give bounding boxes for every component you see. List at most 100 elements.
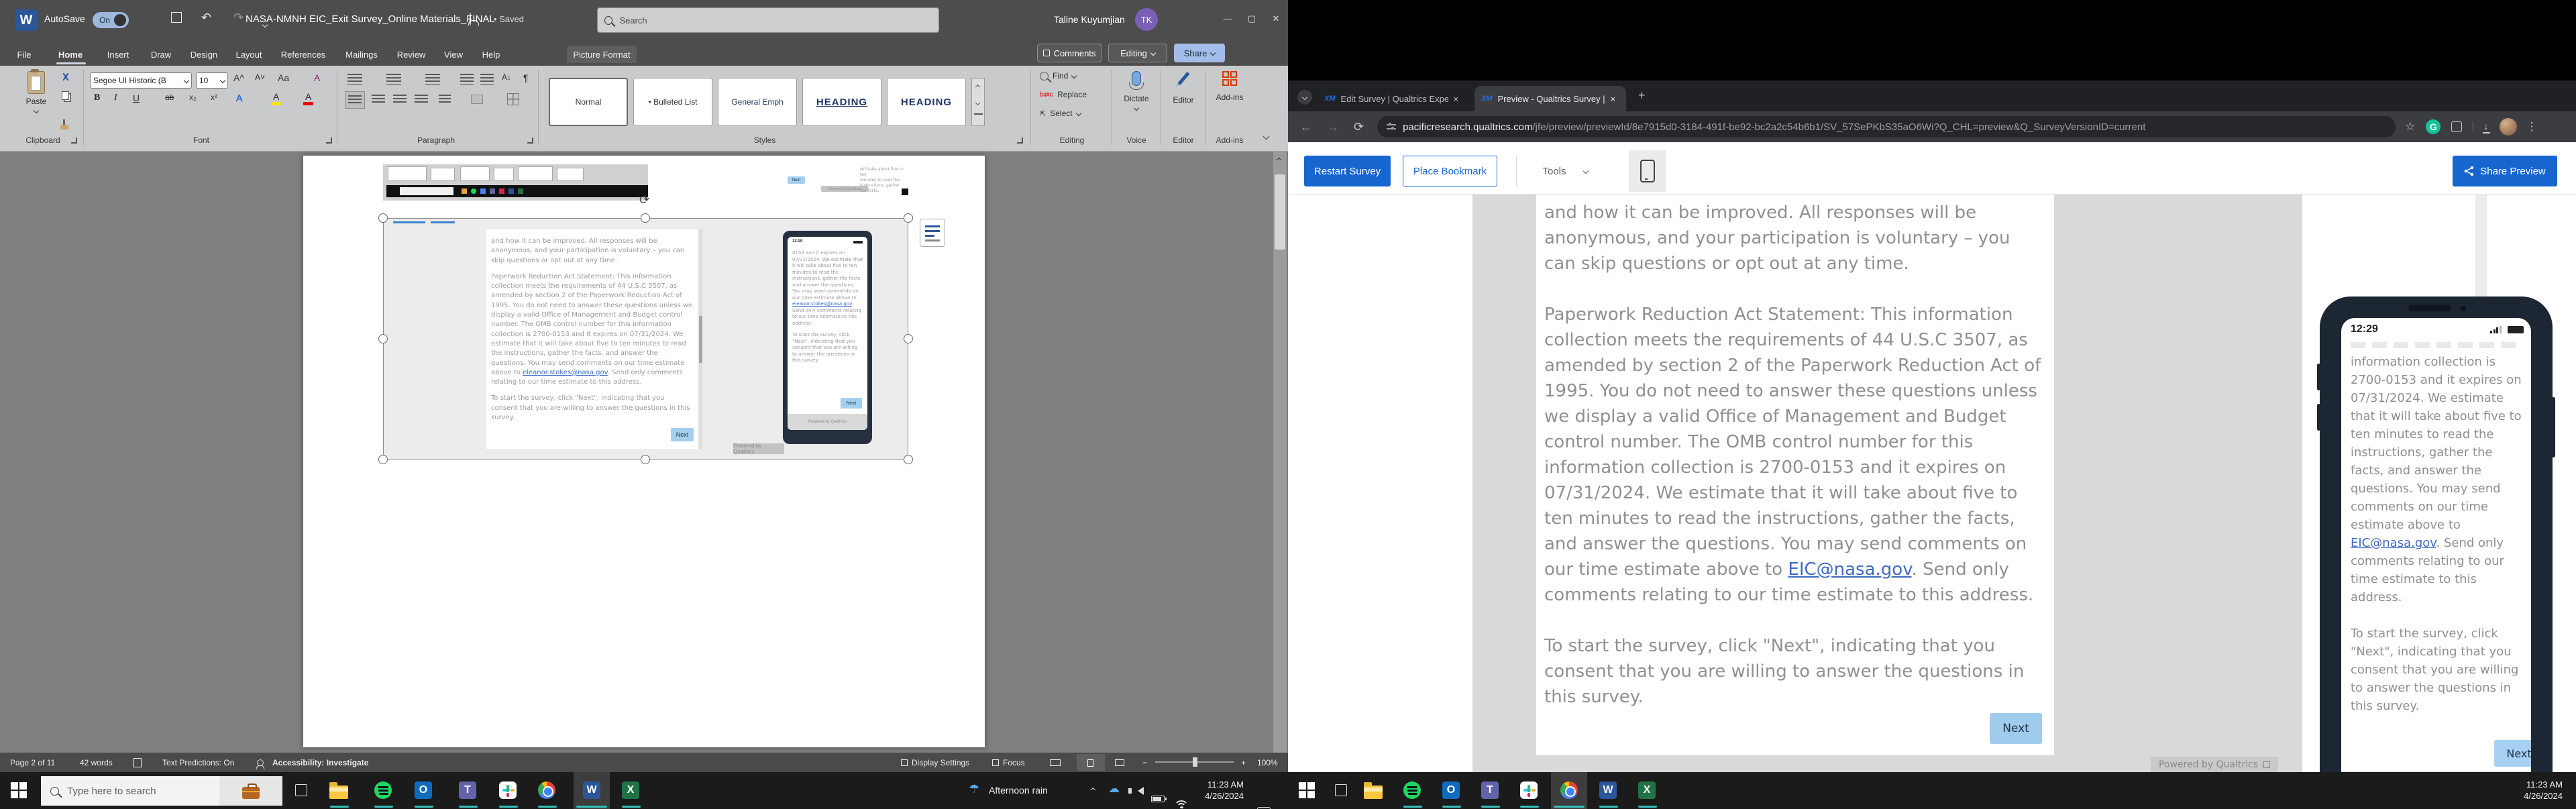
new-tab-icon[interactable] [1638,89,1646,103]
style-general-emph[interactable]: General Emph [718,78,797,126]
cut-icon[interactable] [60,72,71,83]
site-info-icon[interactable] [1387,123,1396,131]
reload-icon[interactable] [1354,120,1364,134]
line-spacing-icon[interactable] [439,95,451,105]
addins-button[interactable]: Add-ins [1209,71,1250,102]
tab-file[interactable]: File [12,46,36,63]
word-search-box[interactable] [597,7,939,33]
comments-button[interactable]: Comments [1037,44,1102,62]
teams-icon[interactable]: T [458,780,478,800]
minimize-button[interactable]: — [1220,13,1236,23]
outlook-icon[interactable]: O [413,780,433,800]
resize-handle-s[interactable] [641,455,650,464]
save-icon[interactable] [171,12,182,26]
tab-search-icon[interactable] [1297,90,1312,105]
weather-text[interactable]: Afternoon rain [989,785,1048,796]
increase-indent-icon[interactable] [480,74,494,85]
profile-avatar[interactable] [2500,118,2517,136]
clear-format-icon[interactable]: A [314,72,320,83]
taskbar-search-input[interactable] [66,785,213,798]
excel-icon[interactable]: X [621,780,641,800]
subscript-icon[interactable]: x₂ [189,93,197,102]
maximize-button[interactable]: ▢ [1244,13,1260,24]
font-size-select[interactable]: 10 [196,72,228,89]
phone-email-link[interactable]: EIC@nasa.gov [2351,536,2436,550]
tab-insert[interactable]: Insert [102,46,134,63]
style-heading-2[interactable]: HEADING [887,78,966,126]
tray-expand-icon[interactable] [1091,788,1095,792]
zoom-out-icon[interactable]: − [1142,756,1147,769]
accessibility-status[interactable]: Accessibility: Investigate [272,756,368,769]
zoom-in-icon[interactable]: + [1241,756,1246,769]
pilcrow-icon[interactable] [523,72,529,83]
borders-icon[interactable] [507,93,519,105]
editor-button[interactable]: Editor [1165,71,1202,105]
email-link[interactable]: EIC@nasa.gov [1788,559,1911,580]
taskbar-clock[interactable]: 11:23 AM4/26/2024 [2498,779,2563,802]
style-bulleted-list[interactable]: • Bulleted List [633,78,712,126]
file-explorer-icon[interactable] [1363,780,1383,800]
display-settings[interactable]: Display Settings [901,756,969,769]
font-color-icon[interactable]: A [303,91,313,105]
wifi-icon[interactable] [1174,800,1187,809]
task-view-icon[interactable] [1335,784,1347,796]
proofing-icon[interactable] [133,756,142,769]
start-button[interactable] [1299,782,1315,798]
align-right-icon[interactable] [393,95,407,105]
taskbar-clock[interactable]: 11:23 AM4/26/2024 [1193,779,1244,802]
layout-options-button[interactable] [920,219,945,247]
strikethrough-icon[interactable]: ab [165,93,174,102]
format-painter-icon[interactable] [60,125,68,129]
resize-handle-sw[interactable] [378,455,388,464]
dictate-button[interactable]: Dictate [1115,71,1158,110]
justify-icon[interactable] [415,95,428,105]
downloads-icon[interactable] [2483,121,2490,133]
word-scroll-thumb[interactable] [1275,174,1285,250]
resize-handle-ne[interactable] [904,213,913,223]
mobile-view-toggle[interactable] [1629,150,1666,192]
file-explorer-icon[interactable] [329,780,349,800]
back-icon[interactable] [1300,120,1312,134]
zoom-level[interactable]: 100% [1257,756,1278,769]
next-button[interactable]: Next [1990,713,2042,744]
decrease-indent-icon[interactable] [460,74,474,85]
share-button[interactable]: Share [1174,44,1225,62]
paste-button[interactable]: Paste [16,71,56,113]
print-layout-icon[interactable] [1077,754,1105,771]
resize-handle-e[interactable] [904,334,913,343]
tab-close-icon[interactable] [1611,94,1616,104]
styles-dialog-launcher[interactable] [1017,138,1023,144]
font-name-select[interactable]: Segoe UI Historic (B [90,72,192,89]
web-layout-icon[interactable] [1115,756,1124,769]
onedrive-icon[interactable] [1108,782,1120,796]
replace-button[interactable]: b⇄cReplace [1040,90,1087,99]
task-view-icon[interactable] [295,784,307,796]
bookmark-star-icon[interactable] [2405,120,2415,133]
resize-handle-w[interactable] [378,334,388,343]
italic-icon[interactable]: I [114,93,117,103]
word-icon[interactable]: W [1598,780,1618,800]
forward-icon[interactable] [1327,120,1339,134]
tab-draw[interactable]: Draw [146,46,176,63]
styles-gallery-scroll[interactable] [971,78,985,126]
superscript-icon[interactable]: x² [211,93,217,102]
read-mode-icon[interactable] [1050,756,1061,769]
numbering-icon[interactable] [386,74,401,85]
align-center-icon[interactable] [372,95,385,105]
tab-review[interactable]: Review [393,46,429,63]
address-bar[interactable]: pacificresearch.qualtrics.com/jfe/previe… [1377,116,2396,138]
undo-icon[interactable] [201,11,211,25]
zoom-slider-thumb[interactable] [1193,757,1197,767]
outlook-icon[interactable]: O [1441,780,1461,800]
change-case-icon[interactable]: Aa [278,72,289,83]
volume-icon[interactable] [1138,787,1144,795]
bullets-icon[interactable] [347,74,362,85]
rotate-handle[interactable] [639,193,649,207]
tab-design[interactable]: Design [186,46,221,63]
shading-icon[interactable] [471,95,483,104]
close-button[interactable]: ✕ [1268,13,1284,24]
document-page[interactable]: Next Powered by Qualtrics will take abou… [303,156,985,747]
browser-tab-edit-survey[interactable]: XM Edit Survey | Qualtrics Experien [1318,86,1469,111]
start-button[interactable] [11,782,27,798]
restart-survey-button[interactable]: Restart Survey [1304,156,1391,186]
